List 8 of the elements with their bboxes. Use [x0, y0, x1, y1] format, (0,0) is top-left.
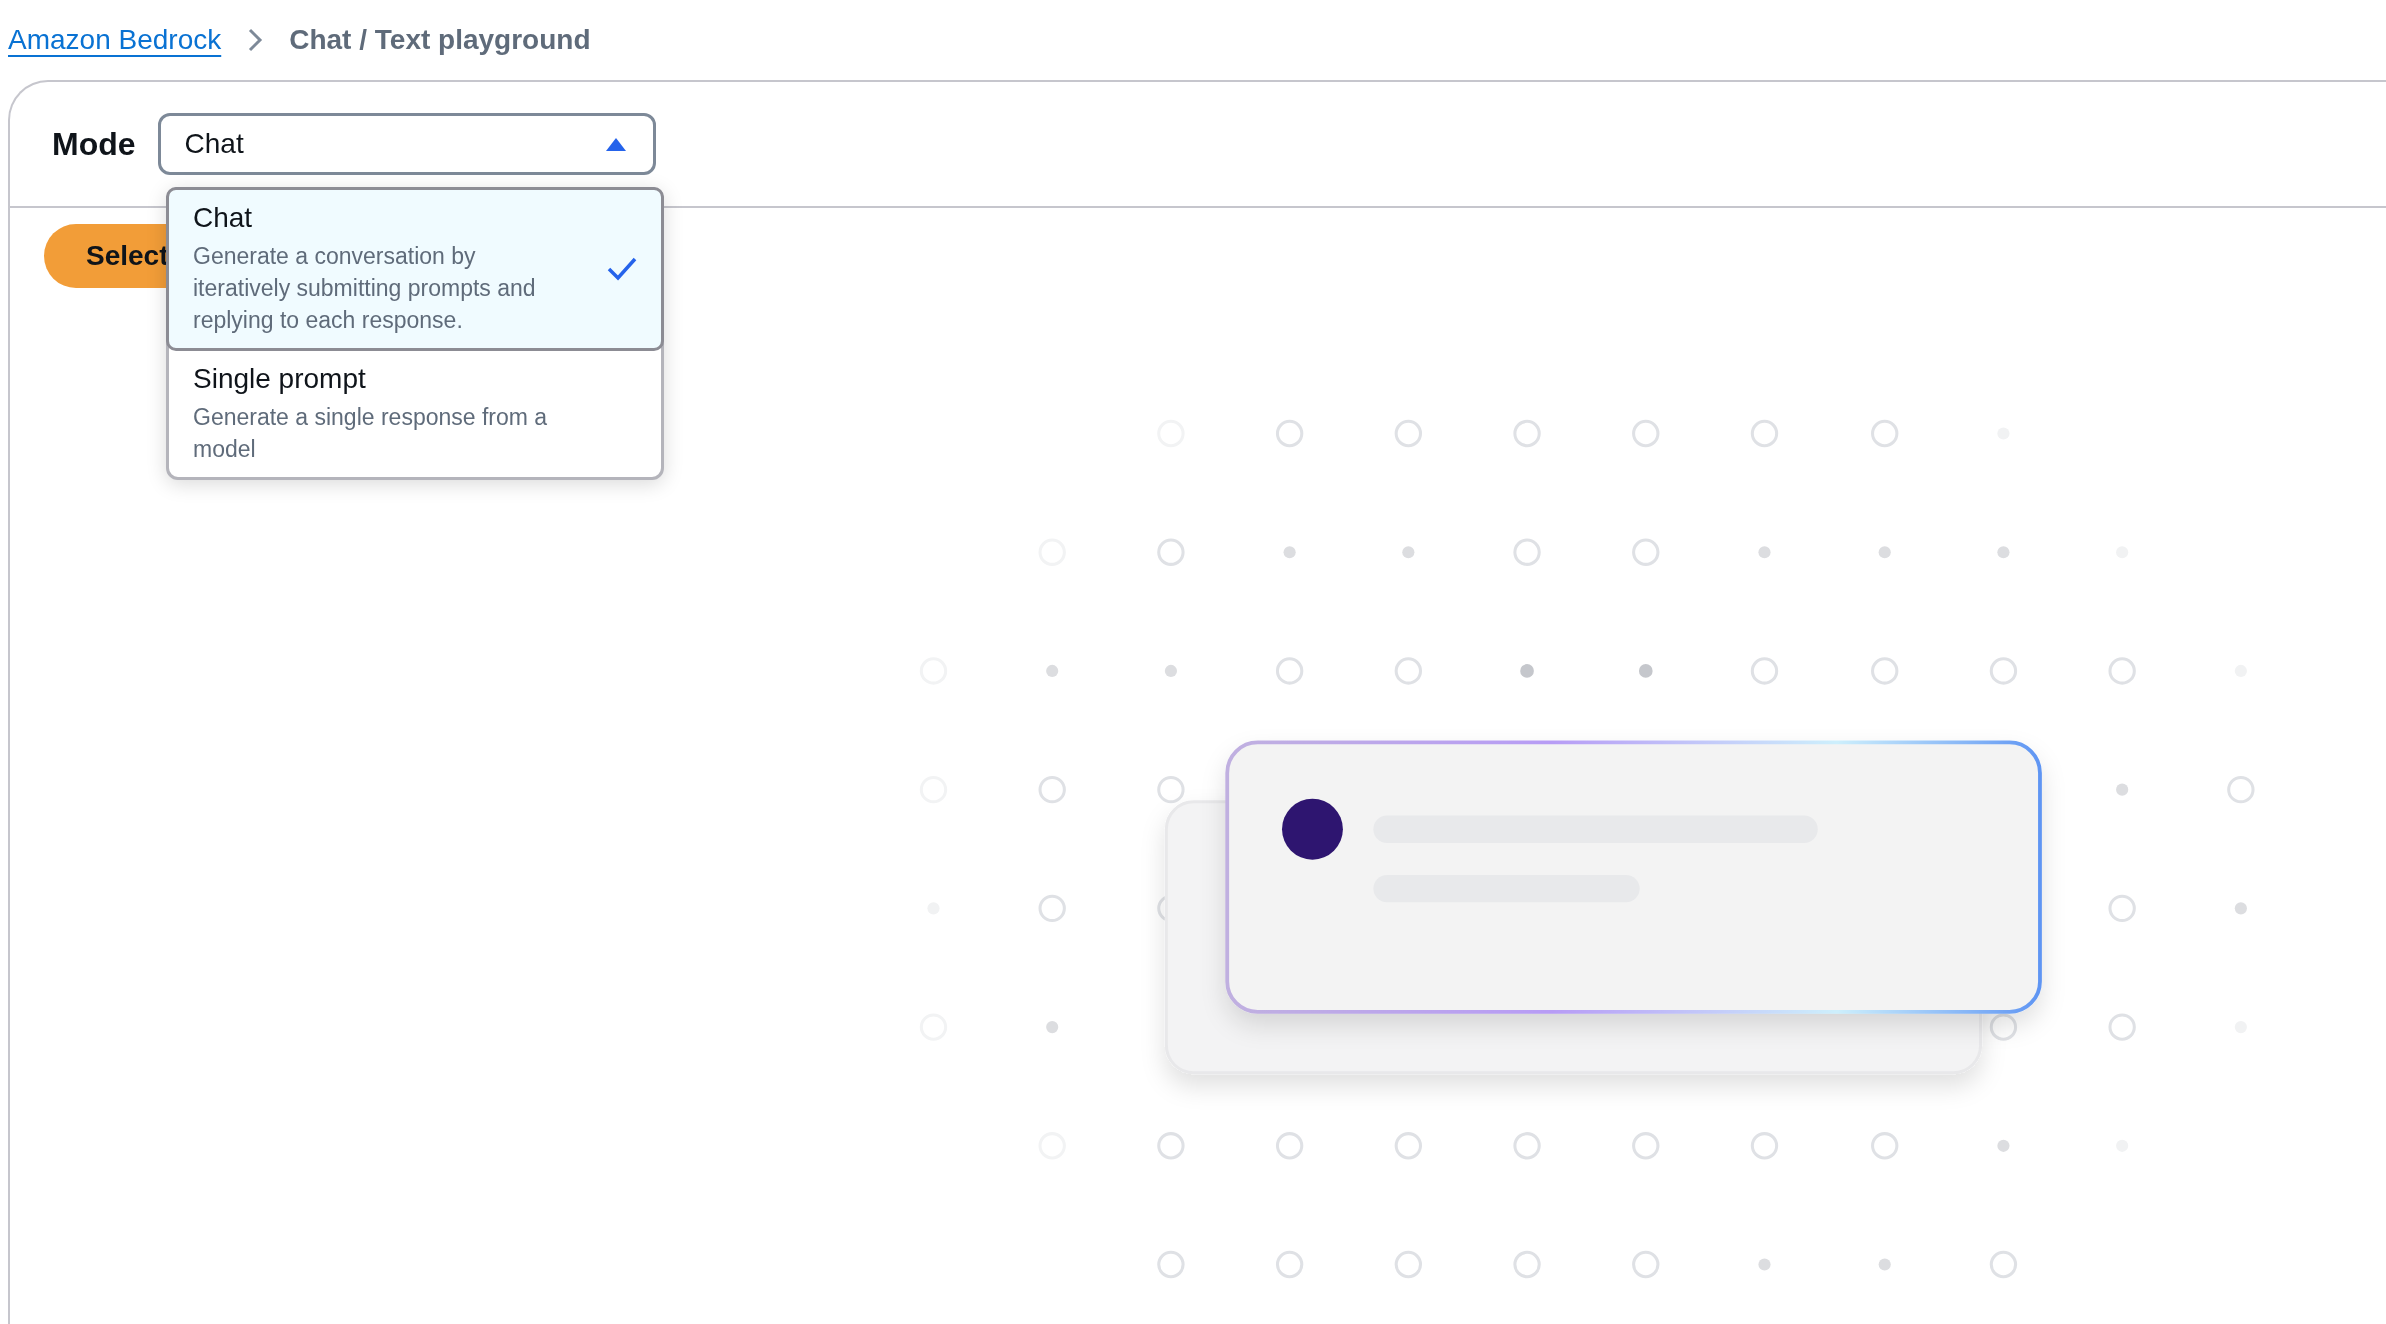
dropdown-option[interactable]: Chat Generate a conversation by iteratively submitting prompts and replying to each response.: [166, 187, 664, 351]
page-title: Chat / Text playground: [289, 24, 591, 56]
caret-icon: [604, 136, 627, 152]
checkmark-icon: [607, 256, 637, 282]
mode-label: Mode: [52, 125, 136, 163]
breadcrumb-link[interactable]: Amazon Bedrock: [8, 24, 222, 56]
dropdown-option[interactable]: Single prompt Generate a single response from a model: [166, 348, 664, 480]
mode-select[interactable]: Chat: [157, 113, 656, 175]
